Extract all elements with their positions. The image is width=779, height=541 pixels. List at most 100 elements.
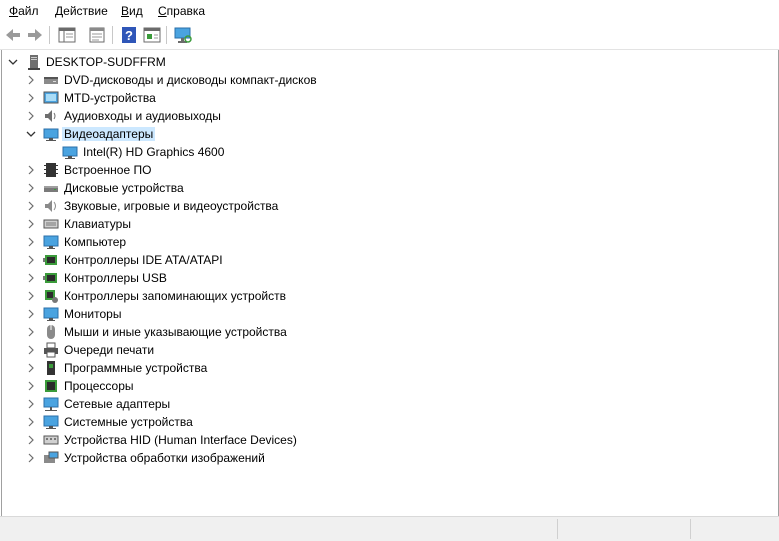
computer-monitor-icon [43, 234, 59, 250]
chevron-right-icon[interactable] [25, 182, 37, 194]
tree-item-label: Аудиовходы и аудиовыходы [64, 109, 221, 123]
toolbar: ? [0, 22, 779, 50]
chevron-right-icon[interactable] [25, 344, 37, 356]
tree-item[interactable]: Контроллеры IDE ATA/ATAPI [2, 251, 778, 269]
chevron-down-icon[interactable] [25, 128, 37, 140]
tree-child-label: Intel(R) HD Graphics 4600 [83, 145, 225, 159]
show-hide-tree-icon[interactable] [57, 25, 77, 45]
chevron-right-icon[interactable] [25, 200, 37, 212]
network-adapter-icon [43, 396, 59, 412]
tree-item[interactable]: Встроенное ПО [2, 161, 778, 179]
display-adapter-icon [62, 144, 78, 160]
storage-controller-icon [43, 288, 59, 304]
software-device-icon [43, 360, 59, 376]
sound-icon [43, 198, 59, 214]
menu-action[interactable]: Действие [55, 4, 108, 18]
tree-item-label: Клавиатуры [64, 217, 131, 231]
disk-drive-icon [43, 180, 59, 196]
tree-item[interactable]: Программные устройства [2, 359, 778, 377]
back-arrow-icon[interactable] [3, 25, 23, 45]
dvd-drive-icon [43, 72, 59, 88]
tree-item[interactable]: Видеоадаптеры [2, 125, 778, 143]
chevron-right-icon[interactable] [25, 452, 37, 464]
usb-controller-icon [43, 270, 59, 286]
chevron-right-icon[interactable] [25, 218, 37, 230]
tree-item-label: Очереди печати [64, 343, 155, 357]
tree-item[interactable]: Процессоры [2, 377, 778, 395]
tree-item[interactable]: Контроллеры запоминающих устройств [2, 287, 778, 305]
tree-root-label: DESKTOP-SUDFFRM [46, 55, 166, 69]
tree-item[interactable]: Компьютер [2, 233, 778, 251]
status-separator [557, 519, 558, 539]
chevron-right-icon[interactable] [25, 164, 37, 176]
mtd-device-icon [43, 90, 59, 106]
display-adapter-icon [43, 126, 59, 142]
tree-item[interactable]: Устройства обработки изображений [2, 449, 778, 467]
forward-arrow-icon[interactable] [25, 25, 45, 45]
chevron-right-icon[interactable] [25, 434, 37, 446]
tree-item-label: Сетевые адаптеры [64, 397, 171, 411]
tree-item[interactable]: MTD-устройства [2, 89, 778, 107]
chevron-right-icon[interactable] [25, 362, 37, 374]
tree-item-label: Мониторы [64, 307, 122, 321]
tree-item-label: Устройства HID (Human Interface Devices) [64, 433, 297, 447]
tree-item-label: Системные устройства [64, 415, 193, 429]
toolbar-separator [49, 26, 50, 44]
properties-icon[interactable] [87, 25, 107, 45]
chevron-right-icon[interactable] [25, 254, 37, 266]
menu-view[interactable]: Вид [121, 4, 143, 18]
tree-item[interactable]: Дисковые устройства [2, 179, 778, 197]
chevron-right-icon[interactable] [25, 326, 37, 338]
chevron-right-icon[interactable] [25, 416, 37, 428]
firmware-icon [43, 162, 59, 178]
tree-item-label: Контроллеры IDE ATA/ATAPI [64, 253, 223, 267]
tree-item[interactable]: Клавиатуры [2, 215, 778, 233]
computer-icon [26, 54, 42, 70]
monitor-icon [43, 306, 59, 322]
scan-hardware-icon[interactable] [173, 25, 193, 45]
tree-item-label: Контроллеры запоминающих устройств [64, 289, 286, 303]
chevron-right-icon[interactable] [25, 110, 37, 122]
tree-item-label: Процессоры [64, 379, 134, 393]
chevron-down-icon[interactable] [7, 56, 19, 68]
tree-item[interactable]: Мониторы [2, 305, 778, 323]
menu-file[interactable]: Файл [9, 4, 39, 18]
printer-icon [43, 342, 59, 358]
tree-item-label: Встроенное ПО [64, 163, 152, 177]
details-view-icon[interactable] [142, 25, 162, 45]
chevron-right-icon[interactable] [25, 308, 37, 320]
chevron-right-icon[interactable] [25, 272, 37, 284]
tree-item-label: Устройства обработки изображений [64, 451, 265, 465]
chevron-right-icon[interactable] [25, 236, 37, 248]
help-icon[interactable]: ? [119, 25, 139, 45]
toolbar-separator [166, 26, 167, 44]
chevron-right-icon[interactable] [25, 92, 37, 104]
chevron-right-icon[interactable] [25, 380, 37, 392]
tree-item[interactable]: Контроллеры USB [2, 269, 778, 287]
chevron-right-icon[interactable] [25, 290, 37, 302]
menu-help[interactable]: Справка [158, 4, 205, 18]
tree-item[interactable]: DVD-дисководы и дисководы компакт-дисков [2, 71, 778, 89]
tree-item[interactable]: Устройства HID (Human Interface Devices) [2, 431, 778, 449]
tree-item-label: Видеоадаптеры [62, 127, 156, 141]
tree-item[interactable]: Системные устройства [2, 413, 778, 431]
audio-icon [43, 108, 59, 124]
tree-item[interactable]: Сетевые адаптеры [2, 395, 778, 413]
menu-bar: Файл Действие Вид Справка [0, 0, 779, 22]
svg-text:?: ? [125, 28, 133, 43]
processor-icon [43, 378, 59, 394]
tree-child-item[interactable]: Intel(R) HD Graphics 4600 [2, 143, 778, 161]
mouse-icon [43, 324, 59, 340]
device-tree: DESKTOP-SUDFFRM DVD-дисководы и дисковод… [1, 50, 779, 516]
tree-item[interactable]: Звуковые, игровые и видеоустройства [2, 197, 778, 215]
imaging-device-icon [43, 450, 59, 466]
chevron-right-icon[interactable] [25, 74, 37, 86]
chevron-right-icon[interactable] [25, 398, 37, 410]
tree-root[interactable]: DESKTOP-SUDFFRM [2, 53, 778, 71]
tree-item[interactable]: Очереди печати [2, 341, 778, 359]
tree-item[interactable]: Мыши и иные указывающие устройства [2, 323, 778, 341]
tree-item[interactable]: Аудиовходы и аудиовыходы [2, 107, 778, 125]
tree-item-label: Контроллеры USB [64, 271, 167, 285]
tree-item-label: Программные устройства [64, 361, 208, 375]
tree-item-label: DVD-дисководы и дисководы компакт-дисков [64, 73, 317, 87]
